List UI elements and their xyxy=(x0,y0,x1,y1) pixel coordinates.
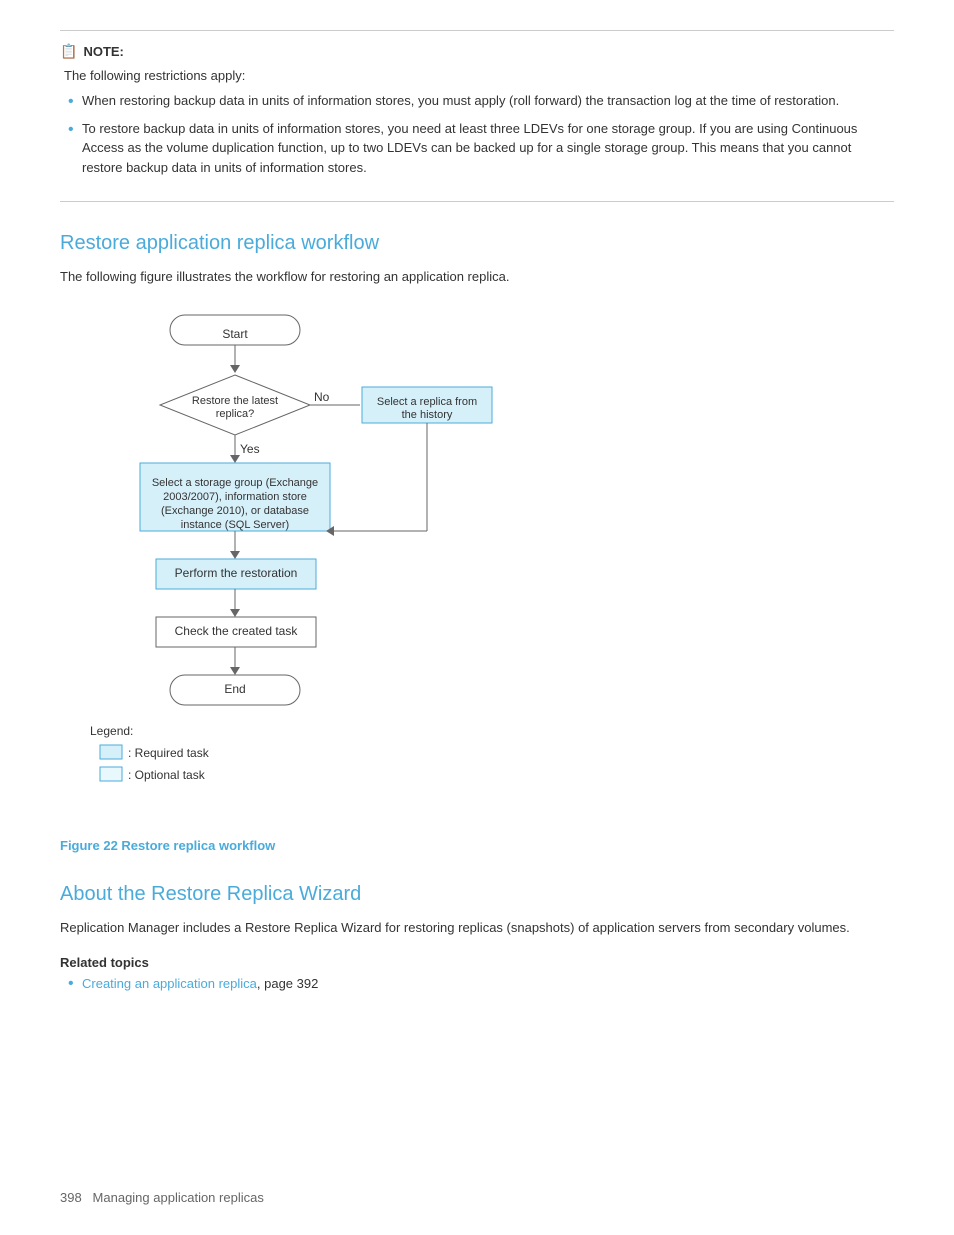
svg-text:Select a replica from: Select a replica from xyxy=(377,395,477,407)
about-heading: About the Restore Replica Wizard xyxy=(60,883,894,906)
svg-text:(Exchange 2010), or database: (Exchange 2010), or database xyxy=(161,504,309,516)
creating-replica-link[interactable]: Creating an application replica xyxy=(82,976,257,991)
svg-text:: Optional task: : Optional task xyxy=(128,768,206,782)
figure-caption: Figure 22 Restore replica workflow xyxy=(60,838,894,853)
svg-text:replica?: replica? xyxy=(216,407,255,419)
svg-text:Legend:: Legend: xyxy=(90,724,133,738)
svg-text:the history: the history xyxy=(402,408,453,420)
svg-text:2003/2007), information store: 2003/2007), information store xyxy=(163,490,307,502)
svg-text:End: End xyxy=(224,682,245,696)
svg-text:Perform the restoration: Perform the restoration xyxy=(175,566,298,580)
note-label: NOTE: xyxy=(83,44,123,59)
svg-text:Restore the latest: Restore the latest xyxy=(192,394,278,406)
svg-text:Start: Start xyxy=(222,327,248,341)
restore-section: Restore application replica workflow The… xyxy=(60,232,894,853)
restore-heading: Restore application replica workflow xyxy=(60,232,894,255)
svg-text:: Required task: : Required task xyxy=(128,746,210,760)
flowchart-container: Start Restore the latest replica? No Sel… xyxy=(80,305,894,828)
svg-text:Yes: Yes xyxy=(240,442,260,456)
note-item-2: To restore backup data in units of infor… xyxy=(64,119,894,178)
note-icon: 📋 xyxy=(60,43,77,60)
about-intro: Replication Manager includes a Restore R… xyxy=(60,918,894,938)
svg-text:instance (SQL Server): instance (SQL Server) xyxy=(181,518,289,530)
svg-text:Select a storage group (Exchan: Select a storage group (Exchange xyxy=(152,476,318,488)
note-item-1: When restoring backup data in units of i… xyxy=(64,91,894,111)
note-list: When restoring backup data in units of i… xyxy=(64,91,894,177)
note-header: 📋 NOTE: xyxy=(60,43,894,60)
related-item-suffix: , page 392 xyxy=(257,976,318,991)
svg-text:Check the created task: Check the created task xyxy=(175,624,299,638)
footer-text: Managing application replicas xyxy=(93,1190,264,1205)
svg-text:No: No xyxy=(314,390,330,404)
restore-intro: The following figure illustrates the wor… xyxy=(60,267,894,287)
note-box: 📋 NOTE: The following restrictions apply… xyxy=(60,30,894,202)
note-intro: The following restrictions apply: xyxy=(64,68,894,83)
about-section: About the Restore Replica Wizard Replica… xyxy=(60,883,894,992)
related-topics-list: Creating an application replica, page 39… xyxy=(64,976,894,991)
flowchart-svg: Start Restore the latest replica? No Sel… xyxy=(80,305,500,825)
related-topics-heading: Related topics xyxy=(60,955,894,970)
page-number: 398 xyxy=(60,1190,82,1205)
related-item-1: Creating an application replica, page 39… xyxy=(64,976,894,991)
page-footer: 398 Managing application replicas xyxy=(60,1190,264,1205)
